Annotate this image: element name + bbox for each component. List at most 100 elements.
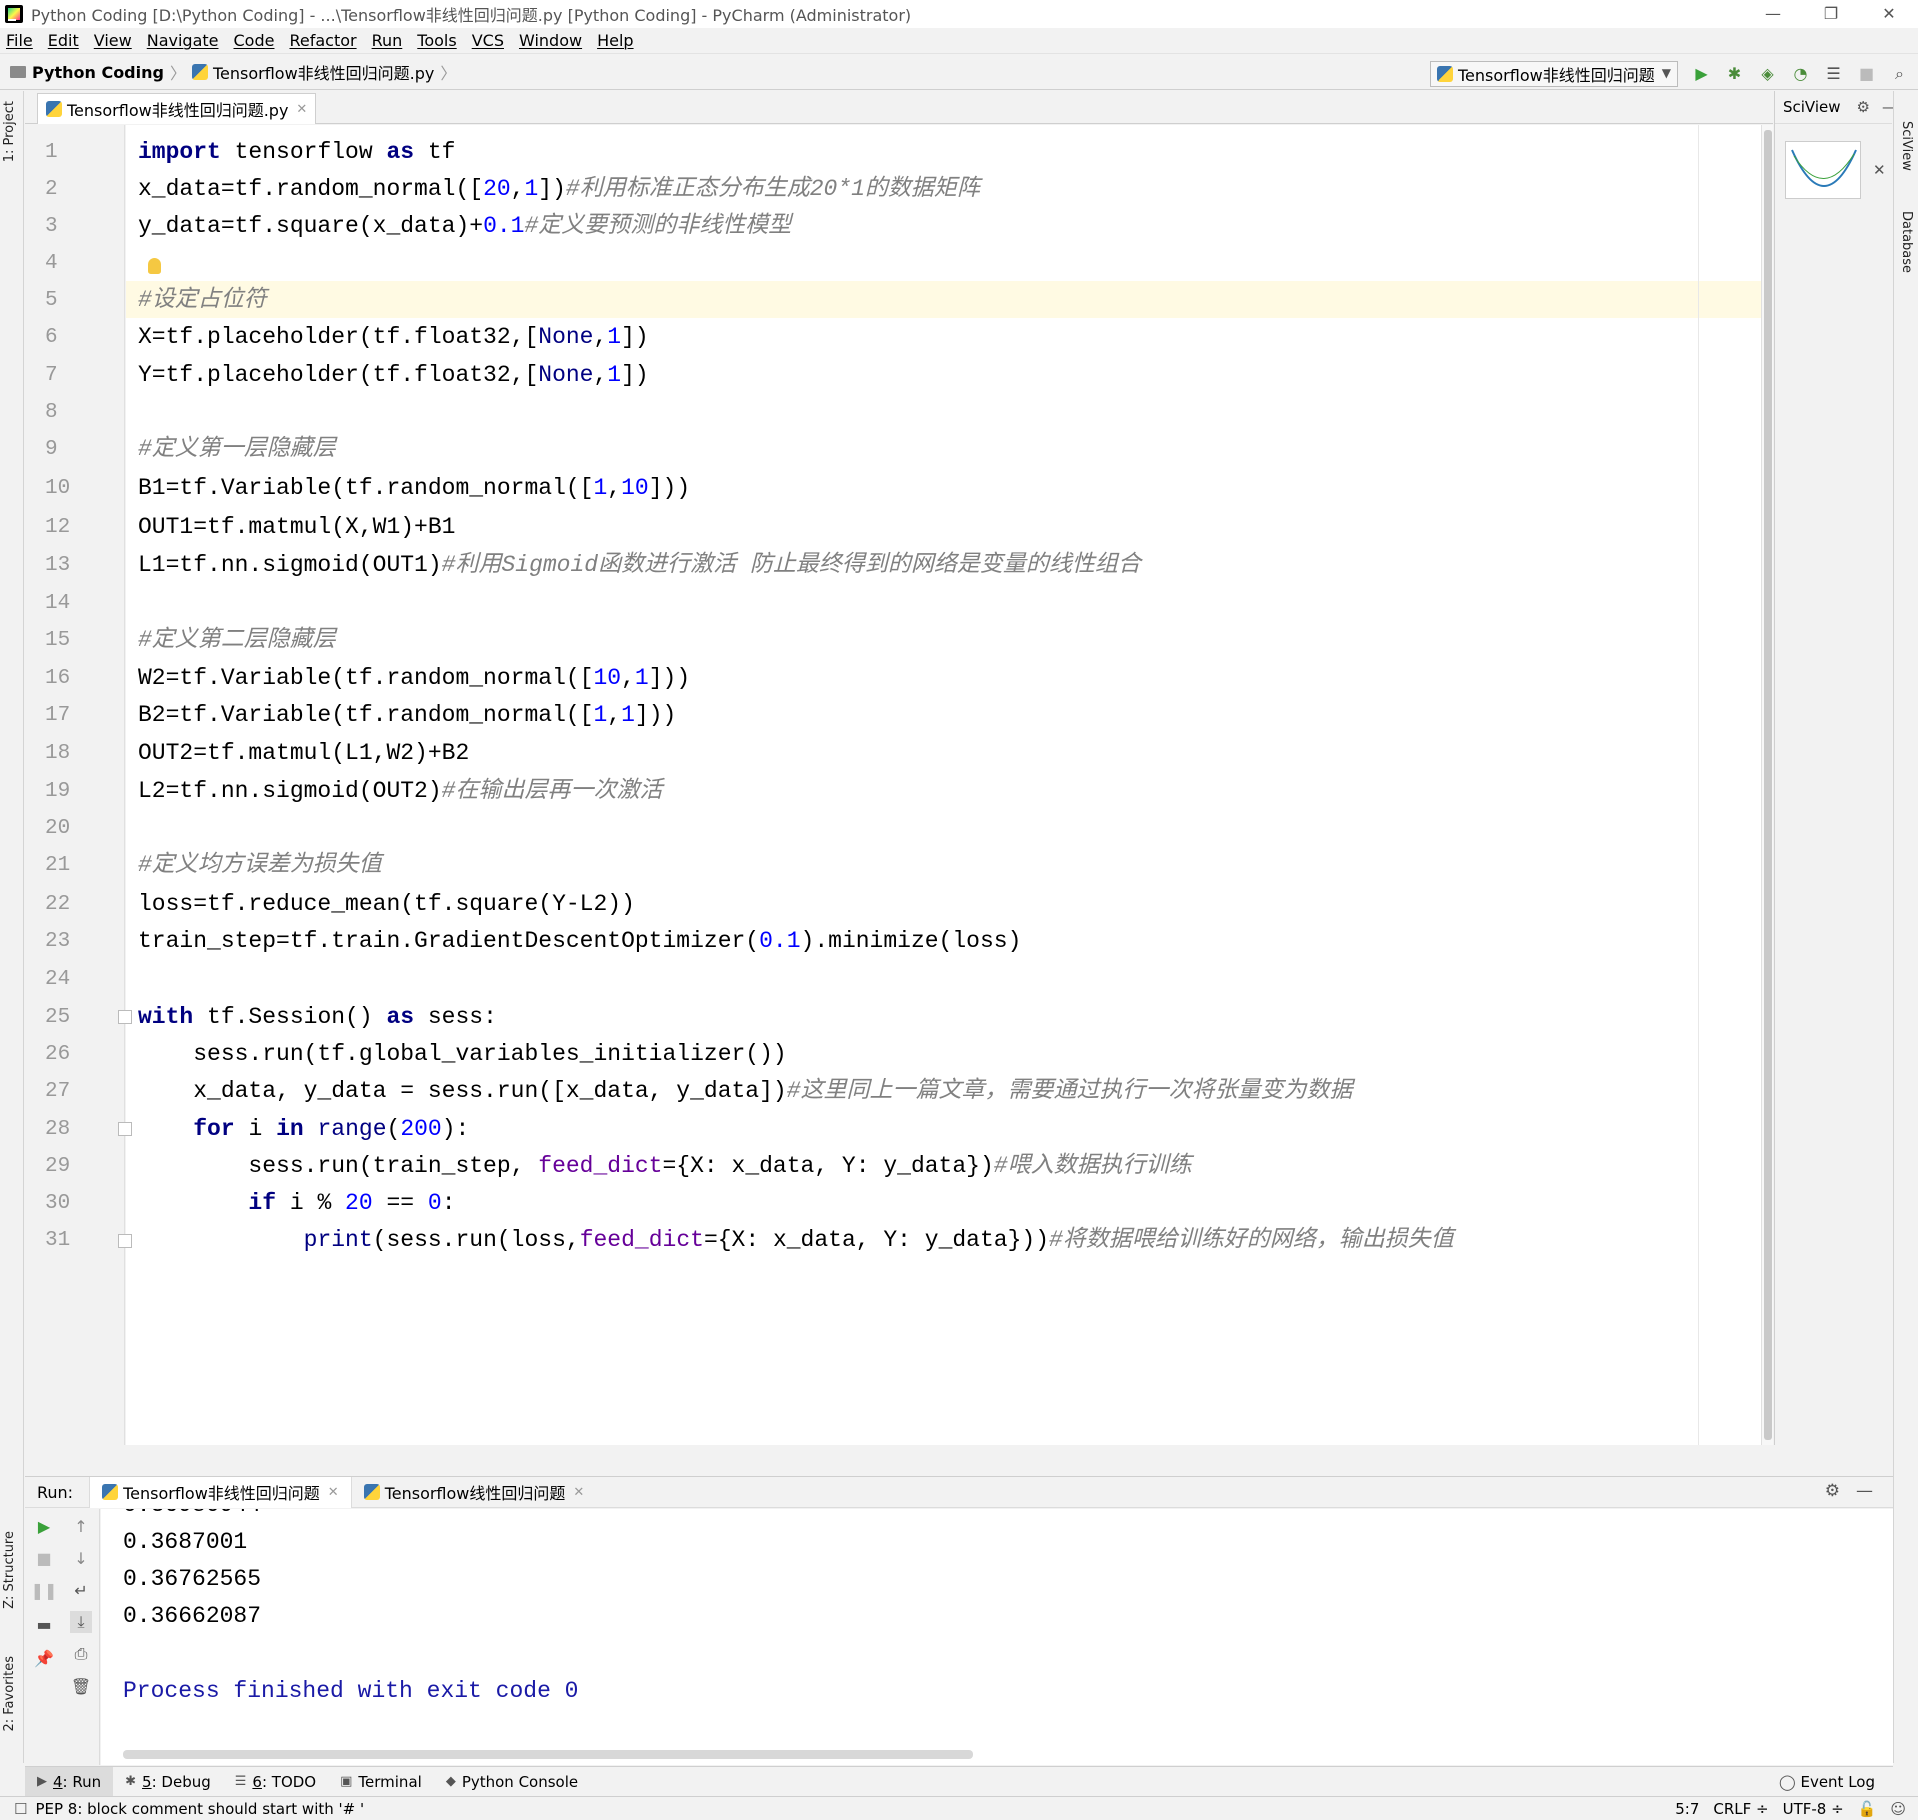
scroll-to-end-icon[interactable]: ⤓ xyxy=(70,1611,92,1633)
soft-wrap-icon[interactable]: ↵ xyxy=(70,1579,92,1601)
down-arrow-icon[interactable]: ↓ xyxy=(70,1547,92,1569)
todo-tool-tab[interactable]: ☰ 6 : TODO xyxy=(223,1767,328,1797)
menu-file[interactable]: File xyxy=(6,31,33,50)
code-line-13: L1=tf.nn.sigmoid(OUT1)#利用Sigmoid函数进行激活 防… xyxy=(138,547,1838,584)
line-number: 8 xyxy=(45,401,58,424)
menu-edit[interactable]: Edit xyxy=(48,31,79,50)
fold-marker-icon[interactable] xyxy=(118,1010,132,1024)
run-console[interactable]: 0.36980944 0.3687001 0.36762565 0.366620… xyxy=(101,1509,1893,1765)
menu-run[interactable]: Run xyxy=(372,31,403,50)
pin-icon[interactable]: 📌 xyxy=(33,1647,55,1669)
terminal-tool-tab[interactable]: ▣ Terminal xyxy=(328,1767,434,1797)
debug-icon[interactable]: ✱ xyxy=(1721,60,1748,87)
event-log-button[interactable]: ◯ Event Log xyxy=(1779,1773,1875,1791)
minimize-button[interactable]: — xyxy=(1744,0,1802,28)
close-tab-icon[interactable]: ✕ xyxy=(328,1485,339,1500)
inspector-icon[interactable]: ☺ xyxy=(1890,1800,1906,1818)
fold-marker-icon[interactable] xyxy=(118,1234,132,1248)
menu-tools[interactable]: Tools xyxy=(417,31,456,50)
up-arrow-icon[interactable]: ↑ xyxy=(70,1515,92,1537)
code-token: 1 xyxy=(634,665,649,691)
menu-navigate[interactable]: Navigate xyxy=(147,31,219,50)
search-icon[interactable]: ⌕ xyxy=(1886,60,1913,87)
code-line-10: B1=tf.Variable(tf.random_normal([1,10])) xyxy=(138,470,1838,507)
lightbulb-icon[interactable] xyxy=(148,258,161,274)
code-token: 1 xyxy=(524,176,539,202)
caret-position[interactable]: 5:7 xyxy=(1675,1800,1699,1818)
run-tool-tab[interactable]: ▶ 4 : Run xyxy=(25,1766,114,1797)
menu-help[interactable]: Help xyxy=(597,31,633,50)
menu-code[interactable]: Code xyxy=(234,31,275,50)
console-horizontal-scrollbar[interactable] xyxy=(123,1750,973,1759)
code-comment: #定义要预测的非线性模型 xyxy=(524,213,792,239)
code-token: 1 xyxy=(593,702,608,728)
gear-icon[interactable]: ⚙ xyxy=(1825,1481,1840,1501)
profile-icon[interactable]: ◔ xyxy=(1787,60,1814,87)
concurrency-icon[interactable]: ☰ xyxy=(1820,60,1847,87)
bug-icon: ✱ xyxy=(125,1774,137,1789)
code-token: ( xyxy=(386,1116,401,1142)
menu-view[interactable]: View xyxy=(94,31,132,50)
fold-marker-icon[interactable] xyxy=(118,1122,132,1136)
project-tool-tab[interactable]: 1: Project xyxy=(2,101,17,162)
editor-scrollbar[interactable] xyxy=(1761,125,1773,1445)
editor-tab-active[interactable]: Tensorflow非线性回归问题.py ✕ xyxy=(37,93,317,124)
line-number: 1 xyxy=(45,141,58,164)
restore-button[interactable]: ❐ xyxy=(1802,0,1860,28)
code-token: OUT2=tf.matmul(L1,W2)+B2 xyxy=(138,740,470,766)
code-token: == xyxy=(372,1190,428,1216)
stop-icon[interactable]: ■ xyxy=(33,1547,55,1569)
breadcrumb-project[interactable]: Python Coding xyxy=(32,63,164,82)
menu-refactor[interactable]: Refactor xyxy=(289,31,356,50)
close-tab-icon[interactable]: ✕ xyxy=(573,1485,584,1500)
run-tab-label: Tensorflow线性回归问题 xyxy=(384,1484,566,1503)
debug-tool-tab[interactable]: ✱ 5 : Debug xyxy=(113,1767,223,1797)
code-line-17: B2=tf.Variable(tf.random_normal([1,1])) xyxy=(138,697,1838,734)
print-icon[interactable]: ⎙ xyxy=(70,1643,92,1665)
menu-vcs[interactable]: VCS xyxy=(472,31,504,50)
layout-icon[interactable]: ▬ xyxy=(33,1613,55,1635)
code-line-30: if i % 20 == 0: xyxy=(138,1185,1838,1222)
plot-thumbnail[interactable] xyxy=(1785,141,1861,199)
breadcrumb-file[interactable]: Tensorflow非线性回归问题.py xyxy=(213,60,434,84)
run-tab[interactable]: Tensorflow线性回归问题 ✕ xyxy=(352,1477,597,1508)
close-icon[interactable]: ✕ xyxy=(1873,161,1886,179)
line-number: 10 xyxy=(45,477,71,500)
minimize-panel-icon[interactable]: — xyxy=(1856,1481,1873,1501)
close-window-button[interactable]: ✕ xyxy=(1860,0,1918,28)
sciview-tool-tab[interactable]: SciView xyxy=(1899,121,1914,171)
structure-tool-tab[interactable]: Z: Structure xyxy=(2,1531,17,1609)
rerun-icon[interactable]: ▶ xyxy=(33,1515,55,1537)
run-icon[interactable]: ▶ xyxy=(1688,60,1715,87)
lock-icon[interactable]: 🔓 xyxy=(1858,1800,1877,1818)
code-line-6: X=tf.placeholder(tf.float32,[None,1]) xyxy=(138,319,1838,356)
stop-icon[interactable]: ■ xyxy=(1853,60,1880,87)
file-encoding[interactable]: UTF-8 ÷ xyxy=(1783,1800,1844,1818)
run-configuration-select[interactable]: Tensorflow非线性回归问题 ▼ xyxy=(1430,61,1678,87)
favorites-tool-tab[interactable]: 2: Favorites xyxy=(2,1656,17,1732)
pause-icon[interactable]: ❚❚ xyxy=(31,1579,58,1601)
code-token: : xyxy=(441,1190,456,1216)
process-finished-message: Process finished with exit code 0 xyxy=(123,1678,579,1704)
code-line-26: sess.run(tf.global_variables_initializer… xyxy=(138,1036,1838,1073)
line-number: 31 xyxy=(45,1229,71,1252)
line-separator[interactable]: CRLF ÷ xyxy=(1713,1800,1768,1818)
trash-icon[interactable]: 🗑 xyxy=(70,1675,92,1697)
database-tool-tab[interactable]: Database xyxy=(1899,211,1914,273)
run-tab-active[interactable]: Tensorflow非线性回归问题 ✕ xyxy=(89,1476,352,1508)
code-token: 200 xyxy=(400,1116,442,1142)
code-line-25: with tf.Session() as sess: xyxy=(138,999,1838,1036)
gear-icon[interactable]: ⚙ xyxy=(1857,98,1870,116)
menu-window[interactable]: Window xyxy=(519,31,582,50)
coverage-icon[interactable]: ◈ xyxy=(1754,60,1781,87)
python-console-tool-tab[interactable]: ◆ Python Console xyxy=(434,1767,590,1797)
close-tab-icon[interactable]: ✕ xyxy=(296,102,307,117)
scrollbar-thumb[interactable] xyxy=(1764,130,1772,1440)
code-token: 1 xyxy=(593,475,608,501)
code-token: feed_dict xyxy=(579,1227,704,1253)
code-token: L1=tf.nn.sigmoid(OUT1) xyxy=(138,552,442,578)
run-toolbar: ▶ ✱ ◈ ◔ ☰ ■ ⌕ xyxy=(1688,60,1913,87)
python-file-icon xyxy=(1437,66,1453,82)
code-token: ])) xyxy=(648,475,691,501)
panel-toggle-icon[interactable]: ☐ xyxy=(14,1800,27,1818)
